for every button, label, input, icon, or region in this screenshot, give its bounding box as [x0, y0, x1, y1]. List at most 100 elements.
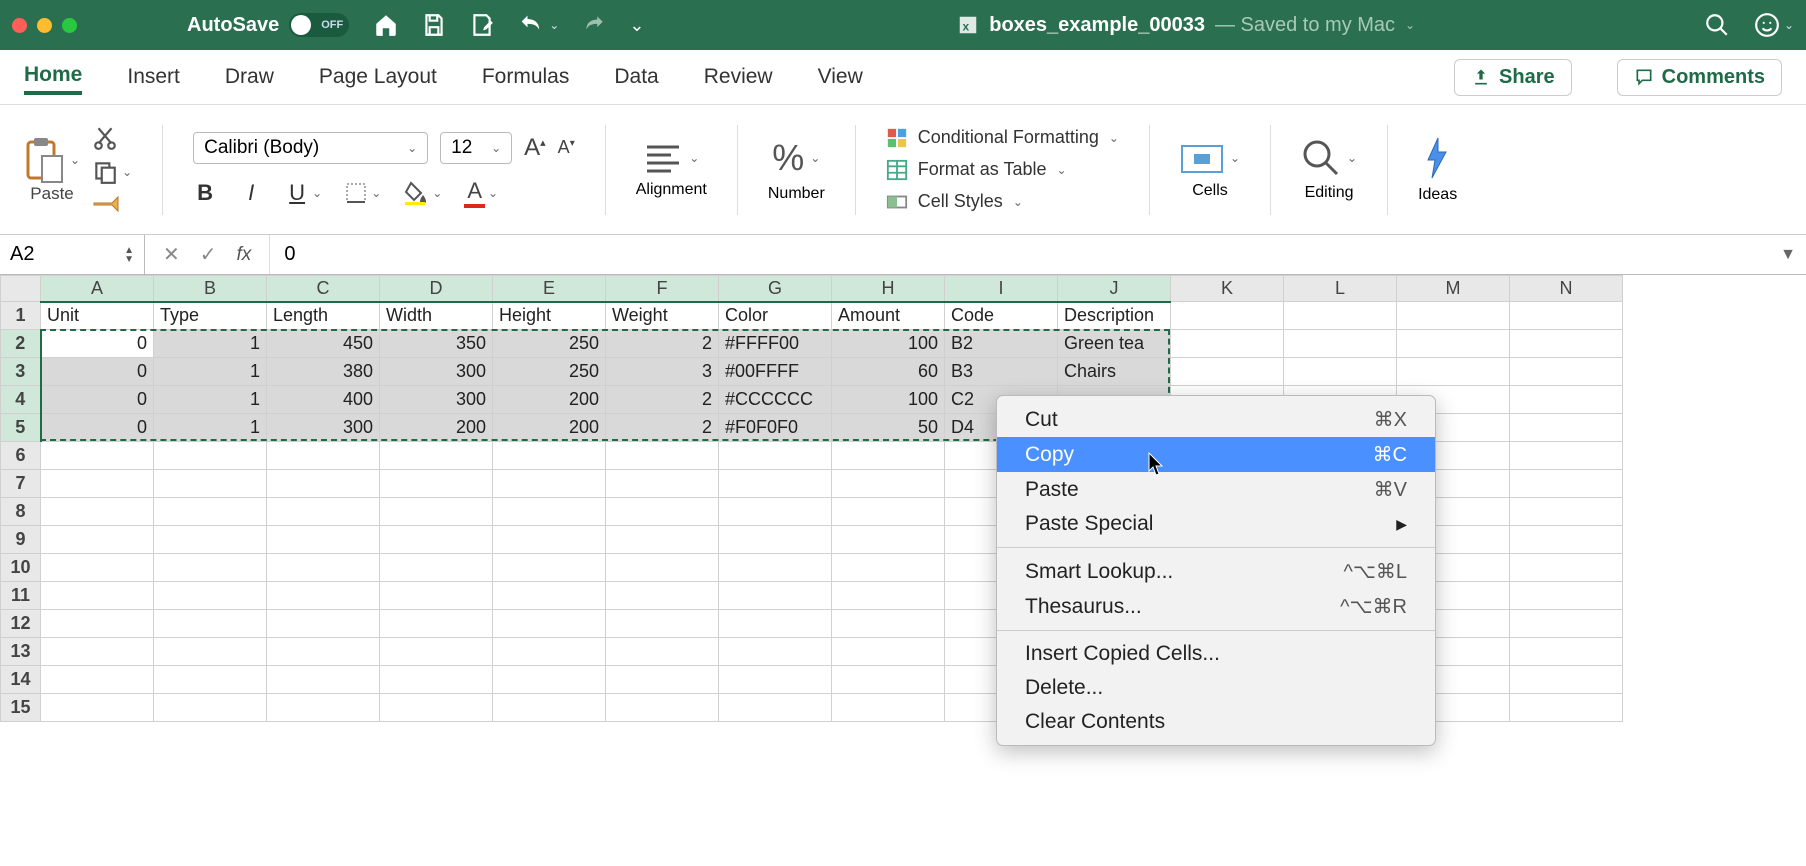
- context-menu-item[interactable]: Paste Special▶: [997, 507, 1435, 541]
- title-dropdown-icon[interactable]: ⌄: [1405, 18, 1415, 32]
- cell[interactable]: 450: [267, 330, 380, 358]
- alignment-group[interactable]: ⌄ Alignment: [636, 141, 707, 199]
- cell[interactable]: [154, 498, 267, 526]
- undo-icon[interactable]: [517, 11, 545, 39]
- cell[interactable]: 200: [380, 414, 493, 442]
- cell[interactable]: [41, 694, 154, 722]
- column-header[interactable]: K: [1171, 276, 1284, 302]
- cell[interactable]: [41, 442, 154, 470]
- cell[interactable]: [380, 554, 493, 582]
- cell[interactable]: [267, 442, 380, 470]
- cell[interactable]: [41, 666, 154, 694]
- bold-button[interactable]: B: [193, 180, 217, 206]
- cell[interactable]: Code: [945, 302, 1058, 330]
- expand-formula-bar-icon[interactable]: ▼: [1770, 246, 1806, 264]
- cell[interactable]: 200: [493, 386, 606, 414]
- cell[interactable]: [1510, 554, 1623, 582]
- cell[interactable]: [1397, 358, 1510, 386]
- row-header[interactable]: 5: [1, 414, 41, 442]
- cell[interactable]: 100: [832, 386, 945, 414]
- cell[interactable]: 0: [41, 386, 154, 414]
- cell[interactable]: 300: [380, 358, 493, 386]
- cell[interactable]: [380, 582, 493, 610]
- minimize-window-button[interactable]: [37, 18, 52, 33]
- cancel-formula-icon[interactable]: ✕: [163, 242, 180, 267]
- borders-icon[interactable]: [344, 181, 368, 205]
- cell[interactable]: 250: [493, 330, 606, 358]
- column-header[interactable]: H: [832, 276, 945, 302]
- cell[interactable]: [493, 470, 606, 498]
- cell[interactable]: [267, 610, 380, 638]
- cell[interactable]: 0: [41, 330, 154, 358]
- cell[interactable]: Amount: [832, 302, 945, 330]
- cell[interactable]: 1: [154, 414, 267, 442]
- cell[interactable]: [832, 470, 945, 498]
- cell[interactable]: [606, 638, 719, 666]
- cell[interactable]: Unit: [41, 302, 154, 330]
- cell[interactable]: [1284, 358, 1397, 386]
- row-header[interactable]: 13: [1, 638, 41, 666]
- row-header[interactable]: 3: [1, 358, 41, 386]
- cell[interactable]: 1: [154, 358, 267, 386]
- row-header[interactable]: 10: [1, 554, 41, 582]
- cell[interactable]: [154, 526, 267, 554]
- cell[interactable]: [267, 666, 380, 694]
- tab-review[interactable]: Review: [704, 61, 773, 93]
- cell[interactable]: [493, 638, 606, 666]
- cell[interactable]: #FFFF00: [719, 330, 832, 358]
- cell[interactable]: 200: [493, 414, 606, 442]
- cell[interactable]: [380, 638, 493, 666]
- redo-icon[interactable]: [581, 12, 607, 38]
- decrease-font-icon[interactable]: A▾: [558, 137, 575, 158]
- column-header[interactable]: E: [493, 276, 606, 302]
- cell[interactable]: [832, 638, 945, 666]
- cell[interactable]: [1510, 386, 1623, 414]
- cell[interactable]: [719, 526, 832, 554]
- context-menu-item[interactable]: Paste⌘V: [997, 472, 1435, 507]
- cell[interactable]: [606, 666, 719, 694]
- cell[interactable]: [41, 610, 154, 638]
- cell[interactable]: [380, 526, 493, 554]
- format-as-table-button[interactable]: Format as Table⌄: [886, 159, 1119, 181]
- row-header[interactable]: 1: [1, 302, 41, 330]
- save-edit-icon[interactable]: [469, 12, 495, 38]
- tab-home[interactable]: Home: [24, 59, 82, 95]
- cell[interactable]: [154, 582, 267, 610]
- cell[interactable]: Weight: [606, 302, 719, 330]
- cell[interactable]: Height: [493, 302, 606, 330]
- cell[interactable]: [1397, 330, 1510, 358]
- cell[interactable]: [1171, 302, 1284, 330]
- cell[interactable]: 60: [832, 358, 945, 386]
- cell[interactable]: Chairs: [1058, 358, 1171, 386]
- row-header[interactable]: 14: [1, 666, 41, 694]
- account-dropdown-icon[interactable]: ⌄: [1784, 18, 1794, 32]
- cell[interactable]: [719, 582, 832, 610]
- cell[interactable]: 300: [380, 386, 493, 414]
- row-header[interactable]: 7: [1, 470, 41, 498]
- cell[interactable]: [719, 638, 832, 666]
- cell[interactable]: [832, 498, 945, 526]
- context-menu-item[interactable]: Copy⌘C: [997, 437, 1435, 472]
- cell[interactable]: [41, 554, 154, 582]
- cell[interactable]: [606, 610, 719, 638]
- cell[interactable]: Width: [380, 302, 493, 330]
- formula-input[interactable]: 0: [269, 235, 1770, 274]
- cell[interactable]: [719, 442, 832, 470]
- cell[interactable]: [41, 470, 154, 498]
- cell[interactable]: 400: [267, 386, 380, 414]
- increase-font-icon[interactable]: A▴: [524, 134, 546, 162]
- cell[interactable]: [719, 610, 832, 638]
- cell[interactable]: [154, 442, 267, 470]
- cell[interactable]: [1510, 582, 1623, 610]
- tab-draw[interactable]: Draw: [225, 61, 274, 93]
- cell[interactable]: [267, 526, 380, 554]
- cell[interactable]: [493, 694, 606, 722]
- cell[interactable]: [267, 498, 380, 526]
- font-name-select[interactable]: Calibri (Body)⌄: [193, 132, 428, 164]
- column-header[interactable]: C: [267, 276, 380, 302]
- maximize-window-button[interactable]: [62, 18, 77, 33]
- cell[interactable]: [1171, 330, 1284, 358]
- fill-color-icon[interactable]: [403, 181, 429, 205]
- font-color-icon[interactable]: A: [464, 178, 485, 208]
- context-menu-item[interactable]: Cut⌘X: [997, 402, 1435, 437]
